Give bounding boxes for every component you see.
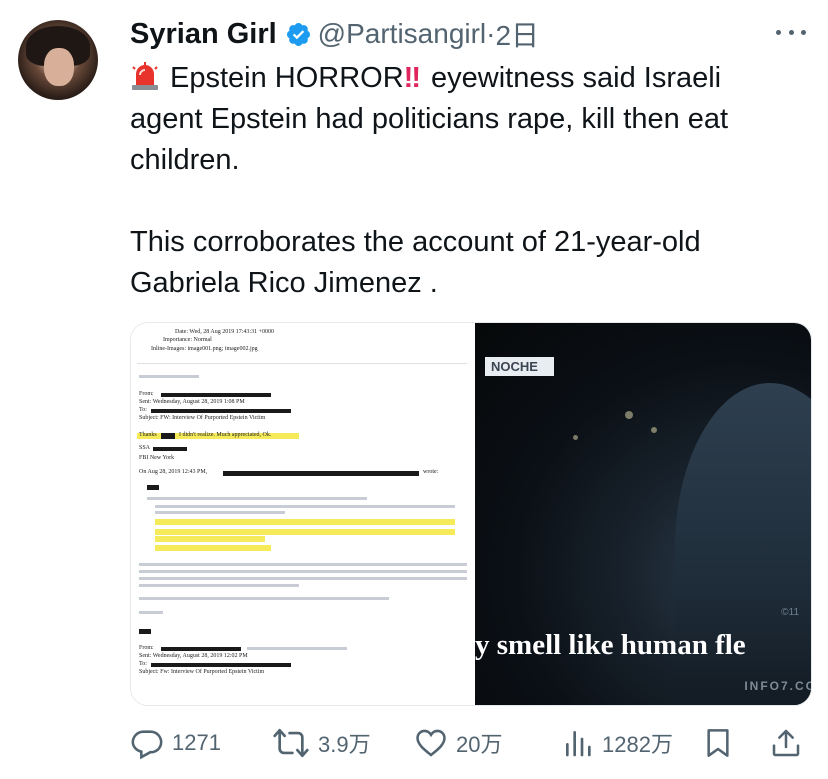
bookmark-icon bbox=[707, 729, 729, 757]
reply-icon bbox=[131, 730, 163, 760]
doc-ssa: SSA bbox=[139, 445, 151, 451]
avatar[interactable] bbox=[18, 20, 98, 100]
verified-badge-icon bbox=[285, 21, 312, 48]
siren-emoji-icon bbox=[130, 61, 160, 91]
author-handle[interactable]: @Partisangirl bbox=[318, 18, 486, 50]
more-options-icon[interactable] bbox=[776, 22, 806, 42]
views-bar-chart-icon bbox=[566, 731, 591, 757]
like-count: 20万 bbox=[456, 732, 503, 757]
doc-to-2: To: bbox=[139, 661, 147, 667]
doc-from-2: From: bbox=[139, 645, 154, 651]
channel-logo: ©11 bbox=[781, 607, 799, 618]
double-exclamation-icon: !! bbox=[403, 62, 421, 94]
video-watermark: INFO7.CO bbox=[744, 679, 811, 693]
avatar-face bbox=[44, 48, 74, 86]
doc-from: From: bbox=[139, 391, 154, 397]
doc-office: FBI New York bbox=[139, 455, 175, 461]
doc-subject: Subject: FW: Interview Of Purported Epst… bbox=[139, 415, 266, 421]
tweet-line-1-prefix: Epstein HORROR bbox=[170, 62, 404, 94]
bookmark-button[interactable] bbox=[702, 720, 742, 766]
views-button[interactable]: 1282万 bbox=[562, 720, 673, 766]
meta-separator: · bbox=[486, 18, 496, 49]
tweet-line-5: Gabriela Rico Jimenez . bbox=[130, 267, 438, 299]
doc-thanks-rest: I didn't realize. Much appreciated, Ok. bbox=[179, 432, 272, 438]
views-count: 1282万 bbox=[602, 732, 673, 757]
doc-inline-images: Inline-Images: image001.png; image002.jp… bbox=[151, 346, 258, 352]
document-image: Date: Wed, 28 Aug 2019 17:43:31 +0000 Im… bbox=[131, 323, 475, 705]
doc-subject-2: Subject: Fw: Interview Of Purported Epst… bbox=[139, 669, 265, 675]
doc-to: To: bbox=[139, 407, 147, 413]
share-button[interactable] bbox=[770, 720, 810, 766]
reply-count: 1271 bbox=[172, 730, 221, 755]
timestamp[interactable]: 2日 bbox=[495, 14, 539, 54]
tweet-line-3: children. bbox=[130, 144, 240, 176]
tweet-text: Epstein HORROR!! eyewitness said Israeli … bbox=[130, 58, 820, 304]
video-frame[interactable]: NOCHE ©11 y smell like human fle INFO7.C… bbox=[475, 323, 811, 705]
author-name[interactable]: Syrian Girl bbox=[130, 18, 277, 51]
doc-wrote: wrote: bbox=[423, 469, 439, 475]
tweet-header: Syrian Girl @Partisangirl · 2日 bbox=[130, 14, 539, 54]
retweet-count: 3.9万 bbox=[318, 732, 371, 757]
like-button[interactable]: 20万 bbox=[414, 720, 502, 766]
share-icon bbox=[772, 729, 800, 757]
doc-date-line: Date: Wed, 28 Aug 2019 17:43:31 +0000 bbox=[175, 329, 274, 335]
doc-on-line: On Aug 28, 2019 12:43 PM, bbox=[139, 469, 208, 475]
video-caption: y smell like human fle bbox=[475, 629, 746, 661]
doc-sent-2: Sent: Wednesday, August 28, 2019 12:02 P… bbox=[139, 653, 248, 659]
tweet-media[interactable]: Date: Wed, 28 Aug 2019 17:43:31 +0000 Im… bbox=[130, 322, 812, 706]
noche-sign: NOCHE bbox=[485, 357, 554, 376]
retweet-icon bbox=[273, 728, 309, 758]
tweet-line-2: agent Epstein had politicians rape, kill… bbox=[130, 103, 729, 135]
retweet-button[interactable]: 3.9万 bbox=[272, 720, 371, 766]
tweet-actions: 1271 3.9万 20万 1282万 bbox=[130, 720, 810, 766]
doc-thanks: Thanks bbox=[139, 432, 157, 438]
heart-icon bbox=[416, 729, 446, 757]
tweet-line-4: This corroborates the account of 21-year… bbox=[130, 226, 701, 258]
doc-sent: Sent: Wednesday, August 28, 2019 1:08 PM bbox=[139, 399, 245, 405]
tweet-line-1-rest: eyewitness said Israeli bbox=[431, 62, 722, 94]
reply-button[interactable]: 1271 bbox=[130, 720, 221, 766]
doc-importance: Importance: Normal bbox=[163, 337, 212, 343]
